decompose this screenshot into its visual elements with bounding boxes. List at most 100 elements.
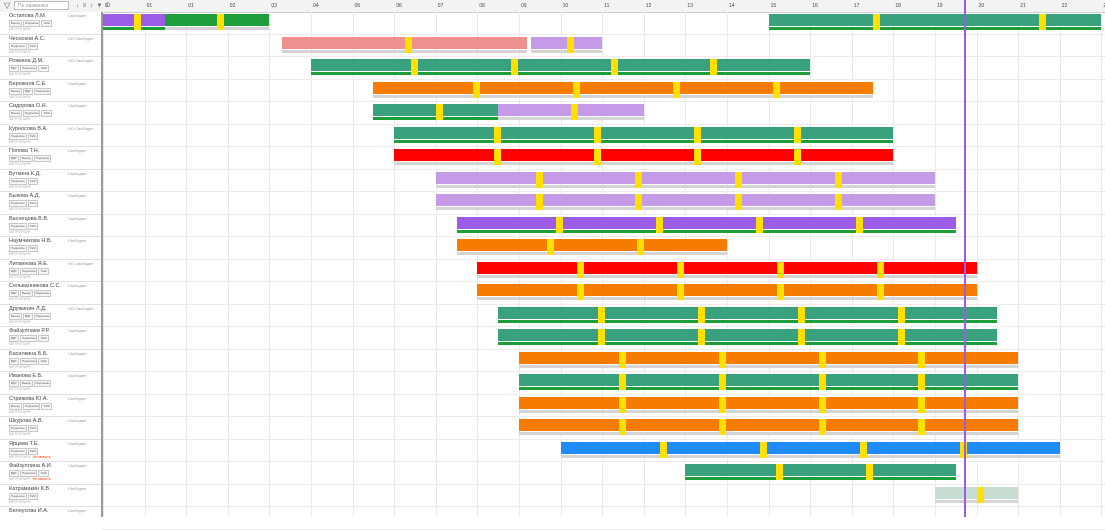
shift-bar[interactable] [498, 306, 998, 319]
break-marker[interactable] [876, 284, 884, 300]
break-marker[interactable] [776, 261, 784, 278]
employee-row[interactable]: Шкурова А.В. Свободен Подписан Табл МЕТРОПАР… [0, 417, 101, 440]
break-marker[interactable] [897, 306, 905, 323]
break-marker[interactable] [546, 239, 554, 255]
break-marker[interactable] [618, 351, 626, 368]
shift-bar[interactable] [435, 194, 935, 206]
break-marker[interactable] [865, 464, 873, 480]
employee-row[interactable]: Буткина К.Д. Свободен Подписан Табл МЕТРОПАР… [0, 170, 101, 192]
filter-icon[interactable]: ▽ [4, 2, 10, 10]
search-input[interactable]: По названию [14, 1, 69, 10]
break-marker[interactable] [618, 419, 626, 435]
break-marker[interactable] [860, 441, 868, 458]
break-marker[interactable] [566, 36, 574, 53]
break-marker[interactable] [835, 171, 843, 188]
break-marker[interactable] [897, 329, 905, 345]
employee-name[interactable]: Файзуллина А.И. [9, 463, 52, 469]
break-marker[interactable] [693, 149, 701, 165]
break-marker[interactable] [636, 239, 644, 255]
employee-name[interactable]: Ярцева Т.Е. [9, 441, 39, 447]
break-marker[interactable] [571, 104, 578, 120]
break-marker[interactable] [593, 149, 601, 165]
shift-bar[interactable] [519, 374, 1019, 386]
shift-bar[interactable] [373, 81, 873, 94]
break-marker[interactable] [918, 374, 926, 390]
employee-name[interactable]: Литвинова Я.Е. [9, 261, 48, 267]
break-marker[interactable] [918, 396, 926, 413]
employee-row[interactable]: Сидорова О.Н. Свободен Выезд Подписан Табл МЕ… [0, 102, 101, 125]
employee-name[interactable]: Сидорова О.Н. [9, 103, 47, 109]
break-marker[interactable] [217, 14, 225, 30]
employee-name[interactable]: Шкурова А.В. [9, 418, 43, 424]
break-marker[interactable] [535, 194, 543, 210]
break-marker[interactable] [610, 59, 618, 75]
employee-row[interactable]: Попова Т.Н. Свободен ВДТ Выезд Подписан МЕТРО… [0, 147, 101, 170]
employee-name[interactable]: Буткина К.Д. [9, 171, 41, 177]
break-marker[interactable] [735, 194, 743, 210]
shift-bar[interactable] [456, 216, 956, 229]
employee-row[interactable]: Иванова Е.Б. Свободен ВДТ Выезд Подписан МЕТР… [0, 372, 101, 395]
break-marker[interactable] [776, 284, 784, 300]
break-marker[interactable] [918, 419, 926, 435]
employee-row[interactable]: Белоусова И.А. Свободен [0, 507, 101, 517]
employee-row[interactable]: Дружинин Л.Д. НО Свободен Выезд ВДТ Подписан… [0, 305, 101, 327]
employee-row[interactable]: Ярцева Т.Е. Свободен Подписан Табл МЕТРОПАРК… [0, 440, 101, 462]
break-marker[interactable] [494, 149, 502, 165]
break-marker[interactable] [635, 194, 643, 210]
break-marker[interactable] [818, 396, 826, 413]
employee-row[interactable]: Быкова А.Д. Свободен Подписан Табл МЕТРОПАРК [0, 192, 101, 215]
break-marker[interactable] [598, 306, 606, 323]
break-marker[interactable] [818, 351, 826, 368]
employee-name[interactable]: Катрамакин К.В. [9, 486, 51, 492]
employee-row[interactable]: Басилкина Б.Б. Свободен ВДТ Подписан Табл МЕТ… [0, 350, 101, 372]
break-marker[interactable] [693, 126, 701, 143]
break-marker[interactable] [772, 81, 780, 98]
shift-bar[interactable] [498, 329, 998, 341]
break-marker[interactable] [535, 171, 543, 188]
break-marker[interactable] [656, 216, 664, 233]
break-marker[interactable] [618, 396, 626, 413]
break-marker[interactable] [593, 126, 601, 143]
break-marker[interactable] [635, 171, 643, 188]
employee-name[interactable]: Наумчикова Н.В. [9, 238, 52, 244]
employee-row[interactable]: Рожкина Д.М. НО Свободен ВДТ Подписан Табл МЕ… [0, 57, 101, 80]
employee-name[interactable]: Чесноков А.С. [9, 36, 45, 42]
break-marker[interactable] [618, 374, 626, 390]
break-marker[interactable] [872, 14, 880, 30]
break-marker[interactable] [677, 284, 685, 300]
shift-bar[interactable] [394, 149, 894, 161]
break-marker[interactable] [435, 104, 443, 120]
employee-name[interactable]: Файзуллаев Р.Р. [9, 328, 50, 334]
break-marker[interactable] [918, 351, 926, 368]
shift-bar[interactable] [519, 396, 1019, 409]
employee-row[interactable]: Файзуллина А.И. Свободен ВДТ Подписан Табл МЕ… [0, 462, 101, 485]
break-marker[interactable] [793, 149, 801, 165]
shift-bar[interactable] [519, 419, 1019, 431]
employee-row[interactable]: Наумчикова Н.В. Свободен Подписан Табл МЕТРО… [0, 237, 101, 260]
break-marker[interactable] [760, 441, 768, 458]
employee-name[interactable]: Попова Т.Н. [9, 148, 39, 154]
employee-row[interactable]: Курносова В.А. НО Свободен Подписан Табл МЕТ… [0, 125, 101, 147]
employee-row[interactable]: Файзуллаев Р.Р. Свободен ВДТ Подписан Табл МЕ… [0, 327, 101, 350]
break-marker[interactable] [793, 126, 801, 143]
break-marker[interactable] [697, 329, 705, 345]
employee-name[interactable]: Иванова Е.Б. [9, 373, 43, 379]
break-marker[interactable] [473, 81, 481, 98]
break-marker[interactable] [718, 351, 726, 368]
employee-row[interactable]: Стрижова Ю.А. Свободен Выезд Подписан Табл МЕ… [0, 395, 101, 417]
employee-name[interactable]: Бережнов С.Е. [9, 81, 47, 87]
break-marker[interactable] [1039, 14, 1046, 30]
employee-row[interactable]: Васнецова В.В. Свободен Подписан Табл МЕТРОП… [0, 215, 101, 237]
shift-bar[interactable] [394, 126, 894, 139]
employee-row[interactable]: Литвинова Я.Е. НО Свободен ВДТ Подписан Табл… [0, 260, 101, 282]
break-marker[interactable] [797, 329, 805, 345]
break-marker[interactable] [134, 14, 142, 30]
shift-bar[interactable] [477, 261, 977, 274]
break-marker[interactable] [775, 464, 783, 480]
employee-row[interactable]: Чесноков А.С. НО Свободен Подписан Табл МЕТР… [0, 35, 101, 57]
shift-bar[interactable] [685, 464, 956, 476]
shift-bar[interactable] [477, 284, 977, 296]
break-marker[interactable] [556, 216, 564, 233]
employee-name[interactable]: Дружинин Л.Д. [9, 306, 46, 312]
employee-name[interactable]: Быкова А.Д. [9, 193, 40, 199]
